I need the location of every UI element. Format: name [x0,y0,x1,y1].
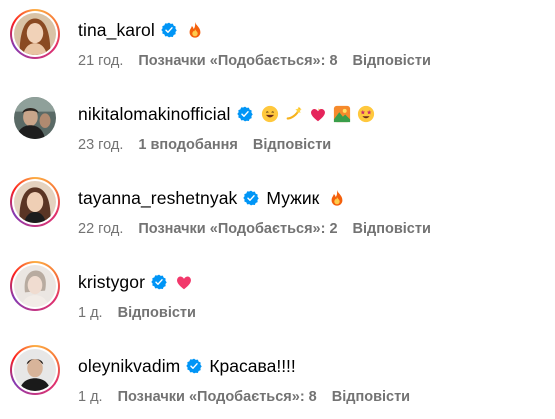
username[interactable]: tina_karol [78,19,155,41]
verified-badge-icon [186,358,202,374]
username[interactable]: kristygor [78,271,145,293]
fire-emoji-icon [189,21,201,38]
likes-count[interactable]: 1 вподобання [138,136,238,154]
username[interactable]: tayanna_reshetnyak [78,187,237,209]
pink-heart-emoji-icon [177,276,191,290]
verified-badge-icon [243,190,259,206]
avatar-image [14,349,56,391]
username[interactable]: nikitalomakinofficial [78,103,231,125]
comment-item: tayanna_reshetnyak Мужик 22 год. Позначк… [0,168,555,248]
comment-time: 1 д. [78,389,103,405]
comment-item: oleynikvadim Красава!!!! 1 д. Позначки «… [0,336,555,416]
heart-on-fire-emoji-icon [310,107,325,122]
reply-button[interactable]: Відповісти [253,136,331,154]
avatar[interactable] [10,93,60,143]
dizzy-emoji-icon [286,106,302,120]
fire-emoji-icon [331,189,343,206]
sunrise-over-mountains-emoji-icon [333,105,350,123]
username[interactable]: oleynikvadim [78,355,180,377]
avatar-image [14,181,56,223]
comment-text: Красава!!!! [209,356,296,376]
grinning-face-emoji-icon [261,105,278,123]
comments-list: tina_karol 21 год. Позначки «Подобається… [0,0,555,419]
reply-button[interactable]: Відповісти [118,304,196,322]
reply-button[interactable]: Відповісти [353,220,431,238]
comment-text: Мужик [266,188,320,208]
comment-item: tina_karol 21 год. Позначки «Подобається… [0,0,555,80]
comment-time: 22 год. [78,221,124,237]
reply-button[interactable]: Відповісти [332,388,410,406]
avatar[interactable] [10,9,60,59]
comment-item: nikitalomakinofficial 23 год. 1 вподобан… [0,84,555,164]
avatar-image [14,265,56,307]
likes-count[interactable]: Позначки «Подобається»: 8 [138,52,337,70]
verified-badge-icon [161,22,177,38]
comment-item: kristygor 1 д. Відповісти [0,252,555,332]
likes-count[interactable]: Позначки «Подобається»: 8 [118,388,317,406]
avatar[interactable] [10,177,60,227]
comment-time: 21 год. [78,53,124,69]
avatar[interactable] [10,261,60,311]
avatar-image [14,97,56,139]
likes-count[interactable]: Позначки «Подобається»: 2 [138,220,337,238]
star-struck-emoji-icon [357,105,374,123]
reply-button[interactable]: Відповісти [353,52,431,70]
comment-time: 1 д. [78,305,103,321]
avatar[interactable] [10,345,60,395]
verified-badge-icon [151,274,167,290]
verified-badge-icon [237,106,253,122]
comment-time: 23 год. [78,137,124,153]
avatar-image [14,13,56,55]
